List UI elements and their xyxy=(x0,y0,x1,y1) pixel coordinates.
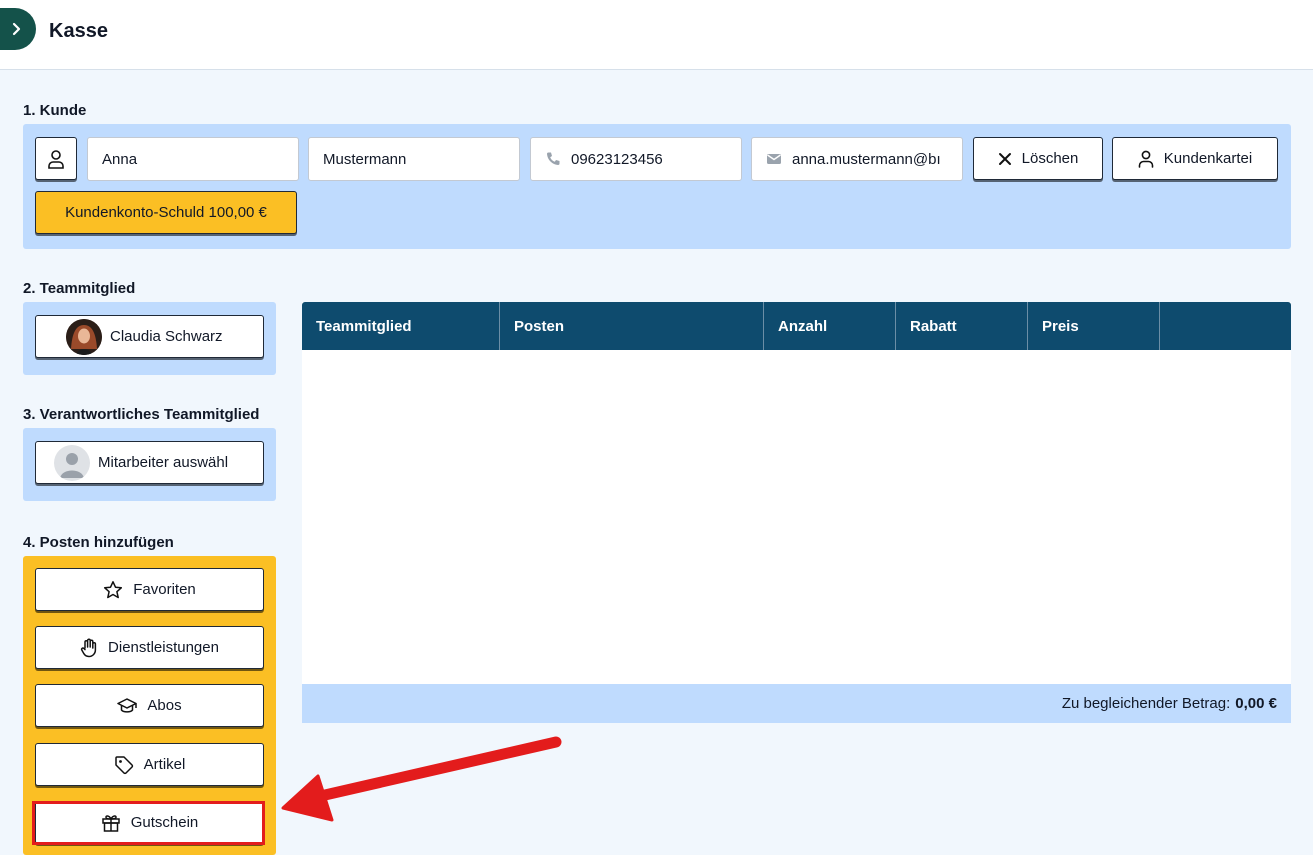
favorites-label: Favoriten xyxy=(133,581,196,598)
graduation-cap-icon xyxy=(117,697,138,713)
star-icon xyxy=(104,580,123,598)
last-name-value: Mustermann xyxy=(323,150,407,168)
table-header: Teammitglied Posten Anzahl Rabatt Preis xyxy=(302,302,1291,350)
hand-icon xyxy=(80,638,97,657)
chevron-right-icon xyxy=(12,22,21,36)
table-footer: Zu begleichender Betrag: 0,00 € xyxy=(302,684,1291,723)
delete-button-label: Löschen xyxy=(1021,150,1079,167)
responsible-member-panel: Mitarbeiter auswähl xyxy=(23,428,276,501)
favorites-button[interactable]: Favoriten xyxy=(35,568,264,611)
avatar xyxy=(66,318,102,355)
avatar-placeholder-icon xyxy=(54,444,90,481)
page-title: Kasse xyxy=(49,20,108,42)
phone-value: 09623123456 xyxy=(571,150,663,168)
voucher-label: Gutschein xyxy=(130,814,199,831)
articles-button[interactable]: Artikel xyxy=(35,743,264,786)
customer-debt-button[interactable]: Kundenkonto-Schuld 100,00 € xyxy=(35,191,297,234)
column-header-discount: Rabatt xyxy=(896,302,1028,350)
last-name-field[interactable]: Mustermann xyxy=(308,137,520,181)
customer-select-button[interactable] xyxy=(35,137,77,180)
voucher-button[interactable]: Gutschein xyxy=(35,801,264,844)
add-items-panel: Favoriten Dienstleistungen Abos Artikel … xyxy=(23,556,276,855)
services-label: Dienstleistungen xyxy=(108,639,219,656)
tag-icon xyxy=(114,755,133,774)
customer-section-label: 1. Kunde xyxy=(23,102,87,119)
first-name-value: Anna xyxy=(102,150,138,168)
subscriptions-button[interactable]: Abos xyxy=(35,684,264,727)
add-items-section-label: 4. Posten hinzufügen xyxy=(23,534,174,551)
top-bar: Kasse xyxy=(0,0,1313,70)
first-name-field[interactable]: Anna xyxy=(87,137,299,181)
team-member-name: Claudia Schwarz xyxy=(110,328,223,345)
total-label: Zu begleichender Betrag: xyxy=(1061,695,1231,712)
phone-field[interactable]: 09623123456 xyxy=(530,137,742,181)
customer-panel: Anna Mustermann 09623123456 anna.musterm… xyxy=(23,124,1291,249)
select-employee-label: Mitarbeiter auswähl xyxy=(98,454,229,471)
column-header-quantity: Anzahl xyxy=(764,302,896,350)
user-icon xyxy=(48,149,64,169)
user-icon xyxy=(1138,150,1154,168)
column-header-item: Posten xyxy=(500,302,764,350)
sidebar-toggle-button[interactable] xyxy=(0,8,36,50)
customer-file-label: Kundenkartei xyxy=(1163,150,1253,167)
team-member-section-label: 2. Teammitglied xyxy=(23,280,136,297)
mail-icon xyxy=(766,152,782,166)
column-header-team-member: Teammitglied xyxy=(302,302,500,350)
gift-icon xyxy=(101,814,120,832)
items-table: Teammitglied Posten Anzahl Rabatt Preis … xyxy=(302,302,1291,723)
articles-label: Artikel xyxy=(143,756,186,773)
email-field[interactable]: anna.mustermann@bı xyxy=(751,137,963,181)
column-header-price: Preis xyxy=(1028,302,1160,350)
phone-icon xyxy=(545,151,561,167)
total-value: 0,00 € xyxy=(1235,695,1277,712)
select-employee-button[interactable]: Mitarbeiter auswähl xyxy=(35,441,264,484)
column-header-actions xyxy=(1160,302,1291,350)
services-button[interactable]: Dienstleistungen xyxy=(35,626,264,669)
responsible-member-section-label: 3. Verantwortliches Teammitglied xyxy=(23,406,260,423)
team-member-panel: Claudia Schwarz xyxy=(23,302,276,375)
close-icon xyxy=(998,152,1011,165)
customer-file-button[interactable]: Kundenkartei xyxy=(1112,137,1278,180)
customer-debt-label: Kundenkonto-Schuld 100,00 € xyxy=(65,204,267,221)
delete-customer-button[interactable]: Löschen xyxy=(973,137,1103,180)
team-member-button[interactable]: Claudia Schwarz xyxy=(35,315,264,358)
email-value: anna.mustermann@bı xyxy=(792,150,941,168)
subscriptions-label: Abos xyxy=(147,697,182,714)
